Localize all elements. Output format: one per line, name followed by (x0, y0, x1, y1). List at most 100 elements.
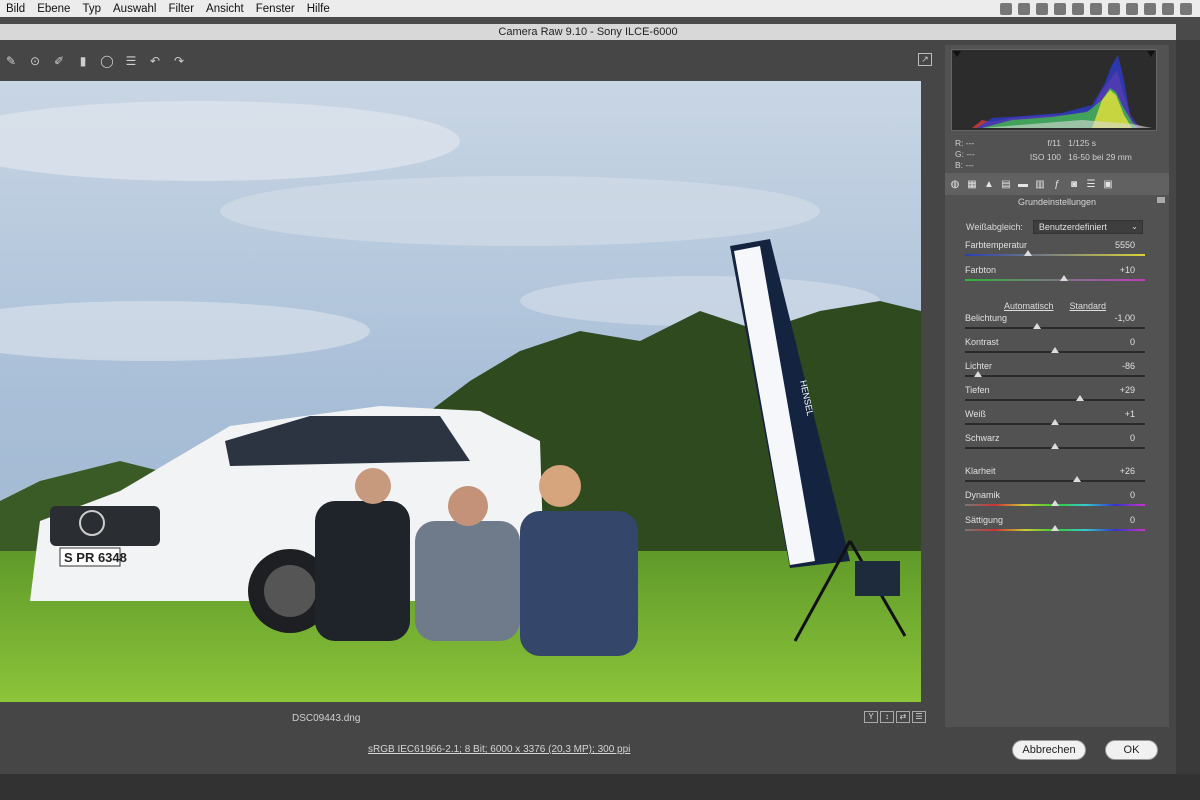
panel-title: Grundeinstellungen (945, 197, 1169, 207)
fullscreen-icon[interactable]: ↗ (918, 53, 932, 66)
cancel-button[interactable]: Abbrechen (1012, 740, 1086, 760)
standard-link[interactable]: Standard (1070, 301, 1107, 311)
tab-camera-calibration-icon[interactable]: ◙ (1068, 179, 1080, 190)
preferences-icon[interactable]: ☰ (124, 54, 138, 68)
rotate-left-icon[interactable]: ↶ (148, 54, 162, 68)
status-icon[interactable] (1000, 2, 1012, 15)
graduated-filter-icon[interactable]: ▮ (76, 54, 90, 68)
slider-dynamik[interactable]: Dynamik 0 (965, 490, 1145, 512)
slider-track[interactable] (965, 279, 1145, 281)
tab-basic-icon[interactable]: ◍ (949, 179, 961, 190)
slider-belichtung[interactable]: Belichtung -1,00 (965, 313, 1145, 335)
slider-value[interactable]: -86 (1122, 361, 1135, 371)
white-balance-label: Weißabgleich: (966, 222, 1023, 232)
slider-thumb[interactable] (973, 371, 982, 377)
slider-lichter[interactable]: Lichter -86 (965, 361, 1145, 383)
slider-track[interactable] (965, 399, 1145, 401)
slider-thumb[interactable] (1060, 275, 1068, 281)
slider-label: Belichtung (965, 313, 1008, 323)
slider-klarheit[interactable]: Klarheit +26 (965, 466, 1145, 488)
status-icon[interactable] (1054, 2, 1066, 15)
brush-icon[interactable]: ✐ (52, 54, 66, 68)
slider-kontrast[interactable]: Kontrast 0 (965, 337, 1145, 359)
menu-item-ansicht[interactable]: Ansicht (200, 3, 250, 15)
slider-schwarz[interactable]: Schwarz 0 (965, 433, 1145, 455)
search-icon[interactable] (1162, 2, 1174, 15)
tab-lens-icon[interactable]: ▥ (1034, 179, 1046, 190)
tab-hsl-icon[interactable]: ▤ (1000, 179, 1012, 190)
slider-value[interactable]: 0 (1130, 433, 1135, 443)
tab-detail-icon[interactable]: ▲ (983, 179, 995, 190)
wifi-icon[interactable] (1144, 2, 1156, 15)
menu-item-ebene[interactable]: Ebene (31, 3, 76, 15)
adjustment-panel: R: --- G: --- B: --- f/11 1/125 s ISO 10… (945, 45, 1169, 727)
slider-value[interactable]: +29 (1120, 385, 1135, 395)
slider-value[interactable]: 5550 (1115, 240, 1135, 250)
workflow-options-link[interactable]: sRGB IEC61966-2.1; 8 Bit; 6000 x 3376 (2… (368, 744, 630, 755)
rotate-right-icon[interactable]: ↷ (172, 54, 186, 68)
auto-link[interactable]: Automatisch (1004, 301, 1054, 311)
ok-button[interactable]: OK (1105, 740, 1158, 760)
slider-farbton[interactable]: Farbton +10 (965, 265, 1145, 287)
image-preview[interactable]: S PR 6348 HENSEL (0, 81, 921, 702)
slider-farbtemperatur[interactable]: Farbtemperatur 5550 (965, 240, 1145, 262)
tab-tone-curve-icon[interactable]: ▦ (966, 179, 978, 190)
slider-value[interactable]: 0 (1130, 337, 1135, 347)
slider-value[interactable]: +26 (1120, 466, 1135, 476)
status-icon[interactable] (1018, 2, 1030, 15)
panel-menu-icon[interactable] (1157, 197, 1165, 203)
status-icon[interactable] (1108, 2, 1120, 15)
status-icon[interactable] (1090, 2, 1102, 15)
menu-item-filter[interactable]: Filter (162, 3, 200, 15)
redeye-icon[interactable]: ⊙ (28, 54, 42, 68)
tab-split-toning-icon[interactable]: ▬ (1017, 179, 1029, 190)
toggle-settings-icon[interactable]: ☰ (912, 711, 926, 723)
slider-thumb[interactable] (1076, 395, 1085, 401)
white-balance-value: Benutzerdefiniert (1038, 222, 1107, 232)
status-icon[interactable] (1072, 2, 1084, 15)
iso-value: ISO 100 (1029, 152, 1061, 162)
status-icon[interactable] (1036, 2, 1048, 15)
slider-sättigung[interactable]: Sättigung 0 (965, 515, 1145, 537)
swap-icon[interactable]: ↕ (880, 711, 894, 723)
toolbar: ✎ ⊙ ✐ ▮ ◯ ☰ ↶ ↷ (0, 48, 938, 74)
siri-icon[interactable] (1180, 2, 1192, 15)
menu-item-fenster[interactable]: Fenster (250, 3, 301, 15)
slider-thumb[interactable] (1051, 347, 1059, 353)
chevron-down-icon: ⌄ (1131, 222, 1138, 231)
slider-value[interactable]: +1 (1125, 409, 1135, 419)
tab-snapshots-icon[interactable]: ▣ (1102, 179, 1114, 190)
slider-value[interactable]: 0 (1130, 490, 1135, 500)
radial-filter-icon[interactable]: ◯ (100, 54, 114, 68)
slider-value[interactable]: 0 (1130, 515, 1135, 525)
menu-item-bild[interactable]: Bild (0, 3, 31, 15)
slider-thumb[interactable] (1051, 525, 1059, 531)
slider-tiefen[interactable]: Tiefen +29 (965, 385, 1145, 407)
slider-track[interactable] (965, 375, 1145, 377)
slider-value[interactable]: +10 (1120, 265, 1135, 275)
slider-thumb[interactable] (1051, 500, 1059, 506)
slider-value[interactable]: -1,00 (1114, 313, 1135, 323)
slider-thumb[interactable] (1024, 250, 1032, 256)
slider-thumb[interactable] (1072, 476, 1081, 482)
panel-tabs: ◍ ▦ ▲ ▤ ▬ ▥ ƒ ◙ ☰ ▣ (945, 173, 1169, 195)
menu-item-hilfe[interactable]: Hilfe (301, 3, 336, 15)
slider-thumb[interactable] (1051, 443, 1059, 449)
tab-presets-icon[interactable]: ☰ (1085, 179, 1097, 190)
slider-weiß[interactable]: Weiß +1 (965, 409, 1145, 431)
tab-fx-icon[interactable]: ƒ (1051, 179, 1063, 190)
slider-track[interactable] (965, 480, 1145, 482)
slider-track[interactable] (965, 254, 1145, 256)
copy-settings-icon[interactable]: ⇄ (896, 711, 910, 723)
view-mode-icons: Y ↕ ⇄ ☰ (864, 711, 926, 723)
status-icon[interactable] (1126, 2, 1138, 15)
white-balance-select[interactable]: Benutzerdefiniert ⌄ (1032, 220, 1143, 234)
menu-item-typ[interactable]: Typ (76, 3, 107, 15)
eyedropper-icon[interactable]: ✎ (4, 54, 18, 68)
before-after-icon[interactable]: Y (864, 711, 878, 723)
menu-item-auswahl[interactable]: Auswahl (107, 3, 162, 15)
slider-track[interactable] (965, 327, 1145, 329)
slider-thumb[interactable] (1051, 419, 1059, 425)
slider-label: Farbton (965, 265, 997, 275)
slider-thumb[interactable] (1033, 323, 1041, 329)
